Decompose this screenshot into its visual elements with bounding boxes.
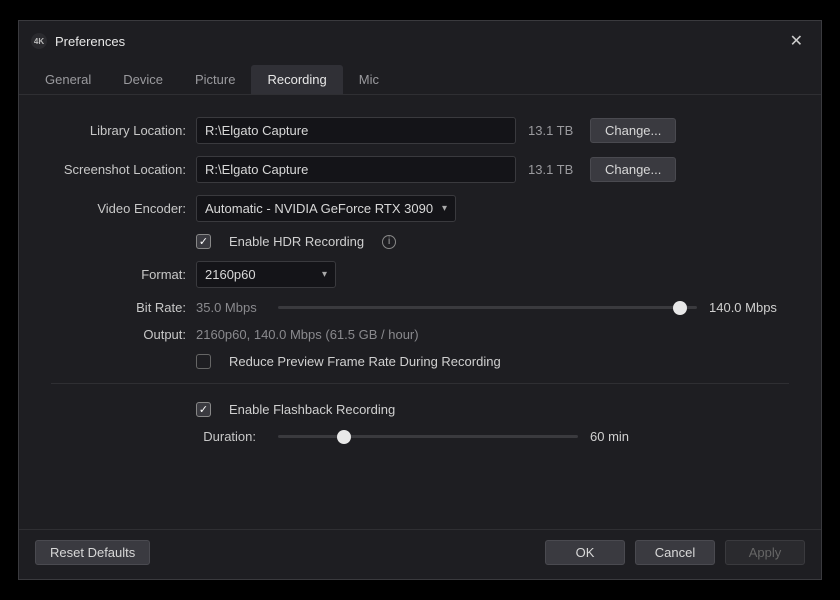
slider-thumb[interactable] bbox=[337, 430, 351, 444]
enable-hdr-label: Enable HDR Recording bbox=[229, 234, 364, 249]
format-value: 2160p60 bbox=[205, 267, 256, 282]
close-icon[interactable]: ✕ bbox=[784, 29, 809, 53]
format-label: Format: bbox=[51, 267, 196, 282]
screenshot-location-input[interactable] bbox=[196, 156, 516, 183]
apply-button[interactable]: Apply bbox=[725, 540, 805, 565]
duration-max: 60 min bbox=[590, 429, 650, 444]
tab-device[interactable]: Device bbox=[107, 65, 179, 94]
video-encoder-select[interactable]: Automatic - NVIDIA GeForce RTX 3090 ▾ bbox=[196, 195, 456, 222]
chevron-down-icon: ▾ bbox=[322, 269, 327, 280]
footer: Reset Defaults OK Cancel Apply bbox=[19, 529, 821, 579]
duration-label: Duration: bbox=[196, 429, 266, 444]
separator bbox=[51, 383, 789, 384]
ok-button[interactable]: OK bbox=[545, 540, 625, 565]
library-change-button[interactable]: Change... bbox=[590, 118, 676, 143]
bitrate-max: 140.0 Mbps bbox=[709, 300, 789, 315]
cancel-button[interactable]: Cancel bbox=[635, 540, 715, 565]
titlebar: 4K Preferences ✕ bbox=[19, 21, 821, 61]
output-value: 2160p60, 140.0 Mbps (61.5 GB / hour) bbox=[196, 327, 419, 342]
tab-general[interactable]: General bbox=[29, 65, 107, 94]
video-encoder-value: Automatic - NVIDIA GeForce RTX 3090 bbox=[205, 201, 433, 216]
enable-flashback-label: Enable Flashback Recording bbox=[229, 402, 395, 417]
reduce-preview-checkbox[interactable] bbox=[196, 354, 211, 369]
tab-picture[interactable]: Picture bbox=[179, 65, 251, 94]
tabs: General Device Picture Recording Mic bbox=[19, 61, 821, 95]
app-icon: 4K bbox=[31, 33, 47, 49]
bitrate-label: Bit Rate: bbox=[51, 300, 196, 315]
enable-flashback-checkbox[interactable] bbox=[196, 402, 211, 417]
slider-track bbox=[278, 435, 578, 438]
reset-defaults-button[interactable]: Reset Defaults bbox=[35, 540, 150, 565]
preferences-window: 4K Preferences ✕ General Device Picture … bbox=[18, 20, 822, 580]
duration-slider[interactable] bbox=[278, 430, 578, 444]
library-location-label: Library Location: bbox=[51, 123, 196, 138]
screenshot-location-label: Screenshot Location: bbox=[51, 162, 196, 177]
chevron-down-icon: ▾ bbox=[442, 203, 447, 214]
window-title: Preferences bbox=[55, 34, 784, 49]
enable-hdr-checkbox[interactable] bbox=[196, 234, 211, 249]
reduce-preview-label: Reduce Preview Frame Rate During Recordi… bbox=[229, 354, 501, 369]
tab-recording[interactable]: Recording bbox=[251, 65, 342, 94]
screenshot-change-button[interactable]: Change... bbox=[590, 157, 676, 182]
info-icon[interactable]: i bbox=[382, 235, 396, 249]
video-encoder-label: Video Encoder: bbox=[51, 201, 196, 216]
screenshot-size: 13.1 TB bbox=[528, 162, 578, 177]
bitrate-slider[interactable] bbox=[278, 301, 697, 315]
tab-mic[interactable]: Mic bbox=[343, 65, 395, 94]
format-select[interactable]: 2160p60 ▾ bbox=[196, 261, 336, 288]
content-pane: Library Location: 13.1 TB Change... Scre… bbox=[19, 95, 821, 529]
library-location-input[interactable] bbox=[196, 117, 516, 144]
output-label: Output: bbox=[51, 327, 196, 342]
slider-thumb[interactable] bbox=[673, 301, 687, 315]
slider-track bbox=[278, 306, 697, 309]
bitrate-min: 35.0 Mbps bbox=[196, 300, 266, 315]
library-size: 13.1 TB bbox=[528, 123, 578, 138]
